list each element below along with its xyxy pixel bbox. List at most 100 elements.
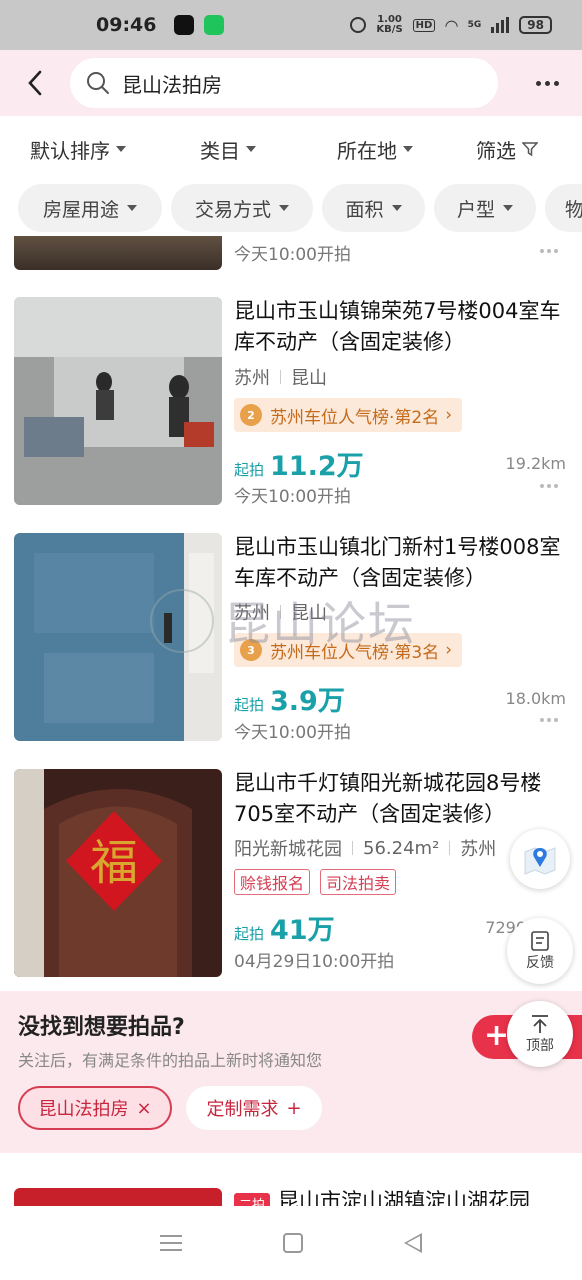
caret-down-icon: [279, 205, 289, 211]
more-options-button[interactable]: [540, 718, 558, 722]
caret-down-icon: [246, 146, 256, 152]
divider: [280, 370, 281, 384]
back-arrow-icon: [28, 70, 42, 96]
tag-credit-signup: 赊钱报名: [234, 869, 311, 895]
feedback-icon: [531, 931, 549, 951]
community-name: 阳光新城花园: [234, 839, 342, 860]
divider: [280, 605, 281, 619]
search-header: 昆山法拍房: [0, 50, 582, 116]
map-button[interactable]: [510, 829, 570, 889]
chip-house-use[interactable]: 房屋用途: [18, 184, 162, 232]
sort-filter-label: 筛选: [476, 138, 516, 163]
chip-label: 物: [565, 198, 582, 221]
system-nav-bar: [0, 1206, 582, 1280]
more-options-button[interactable]: [540, 484, 558, 488]
search-query: 昆山法拍房: [122, 72, 222, 97]
location-city: 苏州: [234, 368, 270, 389]
listing-info: 阳光新城花园 56.24m² 苏州: [234, 835, 496, 861]
subscribe-title: 没找到想要拍品?: [18, 1015, 185, 1040]
custom-demand-label: 定制需求: [206, 1099, 279, 1120]
popularity-rank-badge[interactable]: 2 苏州车位人气榜·第2名 ›: [234, 398, 463, 432]
more-dot-icon: [553, 80, 559, 86]
back-triangle-icon[interactable]: [403, 1233, 422, 1253]
keyword-chip[interactable]: 昆山法拍房 ×: [18, 1086, 172, 1130]
chip-area[interactable]: 面积: [322, 184, 425, 232]
chevron-right-icon: ›: [445, 405, 453, 425]
menu-icon[interactable]: [160, 1235, 183, 1251]
back-to-top-button[interactable]: 顶部: [507, 1001, 573, 1067]
medal-icon: 3: [240, 639, 262, 661]
feedback-button[interactable]: 反馈: [507, 918, 573, 984]
status-bar: 09:46 1.00 KB/S HD ◠ 5G 98: [0, 0, 582, 50]
auction-time: 04月29日10:00开拍: [234, 952, 395, 972]
listing-thumbnail: [14, 533, 222, 741]
chevron-right-icon: ›: [445, 640, 453, 660]
search-input[interactable]: 昆山法拍房: [70, 58, 498, 108]
price-row: 起拍 41万: [234, 908, 335, 947]
feedback-label: 反馈: [526, 955, 554, 971]
caret-down-icon: [403, 146, 413, 152]
back-button[interactable]: [0, 50, 70, 116]
auction-time: 今天10:00开拍: [234, 245, 351, 265]
price-label: 起拍: [234, 925, 265, 943]
tiktok-icon: [174, 15, 195, 35]
listing-thumbnail: [14, 297, 222, 505]
floor-area: 56.24m²: [363, 837, 440, 859]
divider: [449, 841, 451, 855]
chip-trade-type[interactable]: 交易方式: [171, 184, 313, 232]
custom-demand-button[interactable]: 定制需求 +: [186, 1086, 322, 1130]
caret-down-icon: [391, 205, 402, 211]
starting-price: 11.2万: [270, 451, 364, 482]
location-district: 昆山: [291, 368, 327, 389]
listing-title: 昆山市玉山镇北门新村1号楼008室车库不动产（含固定装修）: [234, 535, 561, 590]
listing-thumbnail: 福: [14, 769, 222, 977]
more-dot-icon: [535, 80, 541, 86]
sort-category-label: 类目: [200, 138, 240, 163]
more-options-button[interactable]: [540, 249, 558, 253]
sort-filter[interactable]: 筛选: [476, 135, 538, 164]
listing-thumbnail: [14, 1188, 222, 1206]
more-dot-icon: [544, 80, 550, 86]
arrow-up-icon: [532, 1015, 548, 1033]
medal-icon: 2: [240, 404, 262, 426]
filter-icon: [522, 142, 538, 157]
plus-icon: +: [286, 1097, 302, 1119]
search-icon: [87, 72, 109, 94]
keyword-chip-label: 昆山法拍房: [38, 1099, 129, 1120]
tag-judicial-auction: 司法拍卖: [320, 869, 397, 895]
home-icon[interactable]: [282, 1233, 303, 1253]
listing-list: 今天10:00开拍 昆山市玉山镇锦荣苑7号楼004室车库不动产（含固定装修） 苏…: [0, 236, 582, 1206]
price-row: 起拍 11.2万: [234, 444, 364, 483]
popularity-rank-badge[interactable]: 3 苏州车位人气榜·第3名 ›: [234, 633, 463, 667]
rank-text: 苏州车位人气榜·第2名: [270, 407, 440, 428]
chip-more[interactable]: 物: [545, 184, 582, 232]
sort-location[interactable]: 所在地: [337, 135, 413, 164]
chip-layout[interactable]: 户型: [434, 184, 536, 232]
chip-label: 面积: [345, 198, 384, 221]
starting-price: 41万: [270, 915, 335, 946]
location-city: 苏州: [234, 603, 270, 624]
door-fu-photo: 福: [14, 769, 222, 977]
close-icon[interactable]: ×: [136, 1098, 151, 1119]
price-label: 起拍: [234, 696, 265, 714]
door-photo: [14, 533, 222, 741]
listing-title: 昆山市千灯镇阳光新城花园8号楼705室不动产（含固定装修）: [234, 771, 542, 826]
listing-location: 苏州 昆山: [234, 364, 327, 390]
listing-thumbnail: [14, 236, 222, 270]
auction-time: 今天10:00开拍: [234, 723, 351, 743]
svg-text:福: 福: [90, 835, 138, 891]
message-app-icon: [204, 15, 225, 35]
listing-location: 苏州 昆山: [234, 599, 327, 625]
map-pin-icon: [524, 847, 556, 875]
sort-default-label: 默认排序: [30, 138, 110, 163]
signal-label: 5G: [467, 20, 482, 30]
chip-label: 交易方式: [194, 198, 271, 221]
distance: 18.0km: [505, 689, 566, 708]
caret-down-icon: [127, 205, 137, 211]
listing-title: 昆山市玉山镇锦荣苑7号楼004室车库不动产（含固定装修）: [234, 299, 561, 354]
more-menu-button[interactable]: [512, 50, 582, 116]
sort-default[interactable]: 默认排序: [30, 135, 126, 164]
subscribe-panel: 没找到想要拍品? 关注后，有满足条件的拍品上新时将通知您 昆山法拍房 × 定制需…: [0, 991, 582, 1153]
sort-category[interactable]: 类目: [200, 135, 256, 164]
chip-label: 户型: [456, 198, 495, 221]
